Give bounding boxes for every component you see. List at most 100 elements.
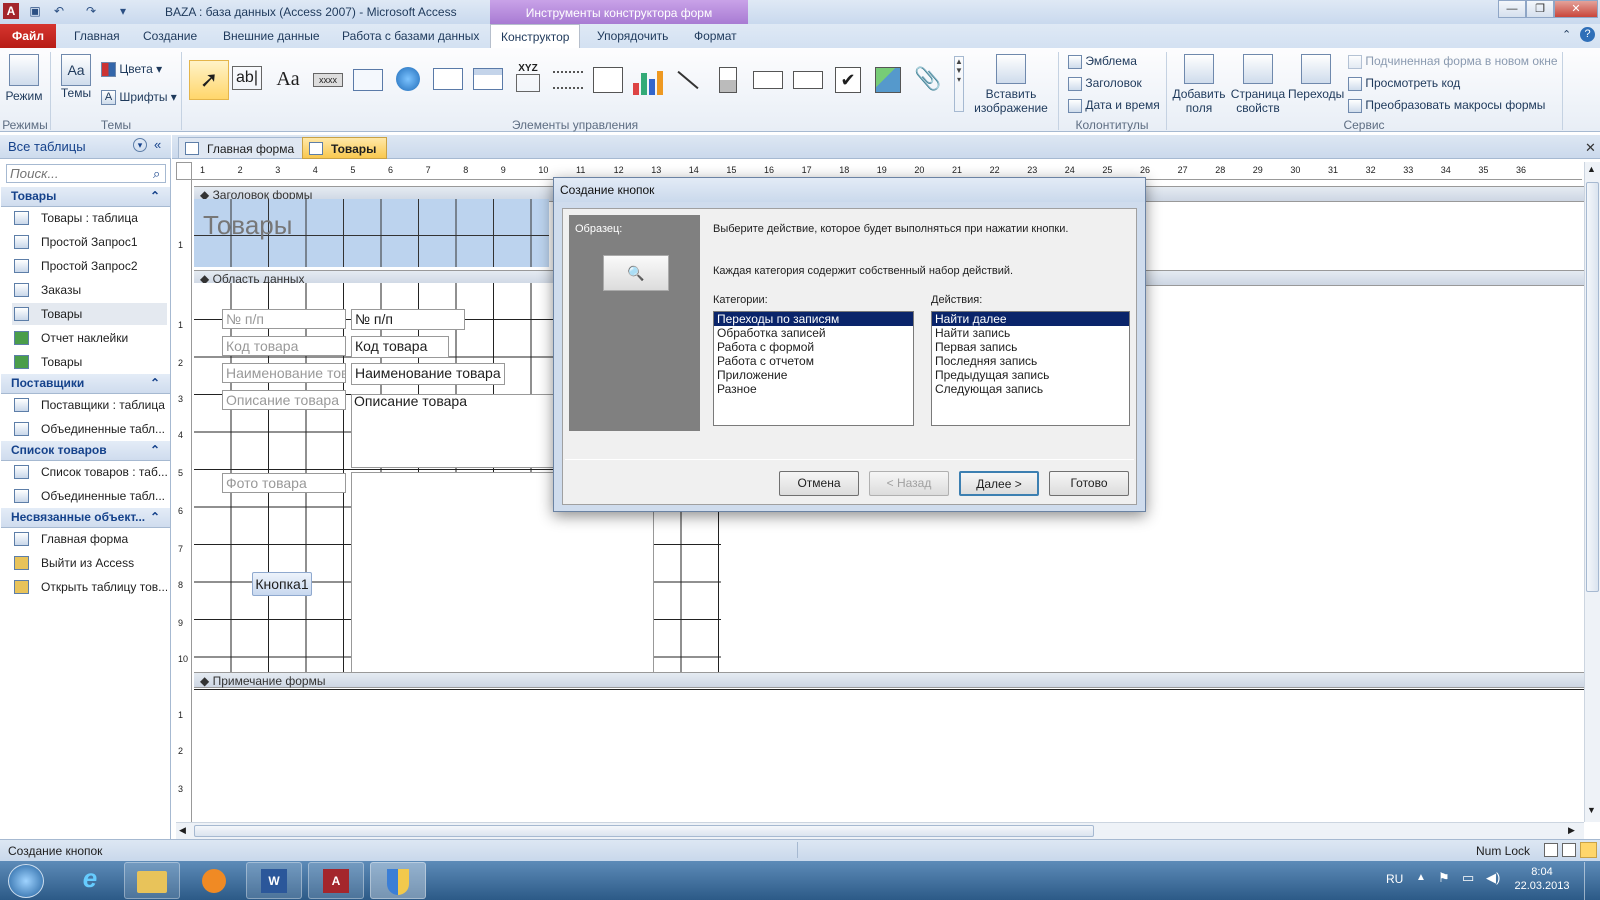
nav-group-unrelated[interactable]: Несвязанные объект... ⌃ (1, 508, 170, 528)
action-item[interactable]: Первая запись (932, 340, 1129, 354)
finish-button[interactable]: Готово (1049, 471, 1129, 496)
cancel-button[interactable]: Отмена (779, 471, 859, 496)
nav-item-query1[interactable]: Простой Запрос1 (12, 231, 167, 253)
nav-item-query2[interactable]: Простой Запрос2 (12, 255, 167, 277)
collapse-group-icon[interactable]: ⌃ (150, 376, 160, 390)
category-item[interactable]: Приложение (714, 368, 913, 382)
nav-search-input[interactable] (6, 164, 166, 183)
page-break-icon[interactable] (552, 62, 584, 96)
web-browser-control-icon[interactable] (432, 62, 464, 96)
restore-button[interactable]: ❐ (1526, 0, 1554, 18)
collapse-group-icon[interactable]: ⌃ (150, 189, 160, 203)
nav-item-merged-1[interactable]: Объединенные табл... (12, 418, 167, 440)
nav-header[interactable]: Все таблицы ▾ « (0, 135, 171, 159)
view-code-button[interactable]: Просмотреть код (1348, 76, 1460, 91)
scroll-left-icon[interactable]: ◀ (179, 825, 186, 836)
datetime-button[interactable]: Дата и время (1068, 98, 1160, 113)
label-control-icon[interactable]: Aa (272, 62, 304, 96)
nav-group-suppliers[interactable]: Поставщики ⌃ (1, 374, 170, 394)
doc-tab-main-form[interactable]: Главная форма (178, 137, 306, 159)
action-item[interactable]: Предыдущая запись (932, 368, 1129, 382)
ruler-corner[interactable] (176, 162, 192, 180)
rectangle-control-icon[interactable] (792, 62, 824, 96)
navigation-control-icon[interactable] (472, 62, 504, 96)
explorer-taskbar-icon[interactable] (124, 862, 180, 899)
field-number[interactable]: № п/п (351, 309, 465, 330)
nav-item-main-form[interactable]: Главная форма (12, 528, 167, 550)
save-icon[interactable]: ▣ (27, 3, 43, 19)
form-header-title[interactable]: Товары (203, 210, 292, 241)
nav-item-merged-2[interactable]: Объединенные табл... (12, 485, 167, 507)
property-sheet-button[interactable]: Страница свойств (1230, 54, 1286, 115)
title-button[interactable]: Заголовок (1068, 76, 1142, 91)
action-item[interactable]: Следующая запись (932, 382, 1129, 396)
label-number[interactable]: № п/п (222, 309, 346, 329)
nav-group-tovary[interactable]: Товары ⌃ (1, 187, 170, 207)
tab-database-tools[interactable]: Работа с базами данных (332, 24, 489, 48)
attachment-control-icon[interactable]: 📎 (912, 62, 944, 96)
checkbox-control-icon[interactable]: ✔ (832, 62, 864, 96)
logo-button[interactable]: Эмблема (1068, 54, 1137, 69)
horizontal-scrollbar[interactable]: ◀ ▶ (176, 822, 1584, 839)
unbound-object-icon[interactable] (872, 62, 904, 96)
word-taskbar-icon[interactable]: W (246, 862, 302, 899)
textbox-control-icon[interactable]: ab| (231, 62, 263, 96)
gallery-scroll-icon[interactable]: ▲ ▼ ▾ (954, 56, 964, 112)
language-indicator[interactable]: RU (1386, 872, 1403, 886)
tab-home[interactable]: Главная (64, 24, 130, 48)
nav-item-open-table[interactable]: Открыть таблицу тов... (12, 576, 167, 598)
access-logo-icon[interactable]: A (3, 3, 19, 19)
close-button[interactable]: ✕ (1554, 0, 1598, 18)
chart-control-icon[interactable] (632, 62, 664, 96)
mode-button[interactable]: Режим (4, 54, 44, 103)
list-box-icon[interactable] (752, 62, 784, 96)
tab-create[interactable]: Создание (133, 24, 207, 48)
fonts-button[interactable]: A Шрифты ▾ (101, 90, 177, 106)
label-description[interactable]: Описание товара (222, 390, 346, 410)
combo-box-icon[interactable] (592, 62, 624, 96)
actions-listbox[interactable]: Найти далее Найти запись Первая запись П… (931, 311, 1130, 426)
doc-tab-tovary[interactable]: Товары (302, 137, 388, 159)
convert-macros-button[interactable]: Преобразовать макросы формы (1348, 98, 1545, 113)
section-form-footer[interactable]: ◆ Примечание формы (194, 672, 1584, 688)
insert-image-button[interactable]: Вставить изображение (966, 54, 1056, 115)
minimize-button[interactable]: — (1498, 0, 1526, 18)
category-item[interactable]: Переходы по записям (714, 312, 913, 326)
option-group-icon[interactable]: XYZ (512, 62, 544, 96)
themes-button[interactable]: Aa Темы (56, 54, 96, 100)
ie-taskbar-icon[interactable]: e (62, 862, 118, 899)
nav-menu-icon[interactable]: ▾ (133, 138, 147, 152)
category-item[interactable]: Работа с формой (714, 340, 913, 354)
label-name[interactable]: Наименование това (222, 363, 346, 383)
collapse-nav-icon[interactable]: « (154, 137, 161, 152)
colors-button[interactable]: Цвета ▾ (101, 62, 162, 78)
start-button-icon[interactable] (8, 864, 44, 898)
nav-item-product-list-table[interactable]: Список товаров : таб... (12, 461, 167, 483)
label-photo[interactable]: Фото товара (222, 473, 346, 493)
line-control-icon[interactable] (672, 62, 704, 96)
security-taskbar-icon[interactable] (370, 862, 426, 899)
field-name[interactable]: Наименование товара (351, 363, 505, 385)
show-hidden-icons-icon[interactable]: ▲ (1416, 872, 1426, 883)
field-description[interactable]: Описание товара (354, 393, 467, 409)
tab-format[interactable]: Формат (684, 24, 747, 48)
toggle-button-icon[interactable] (712, 62, 744, 96)
button-control-icon[interactable]: xxxx (312, 62, 344, 96)
horizontal-scroll-thumb[interactable] (194, 825, 1094, 837)
tab-design[interactable]: Конструктор (490, 24, 581, 49)
nav-item-exit-access[interactable]: Выйти из Access (12, 552, 167, 574)
scroll-right-icon[interactable]: ▶ (1568, 825, 1575, 836)
customize-toolbar-icon[interactable]: ▾ (115, 3, 131, 19)
nav-item-report-tovary[interactable]: Товары (12, 351, 167, 373)
design-view-status-icon[interactable] (1580, 842, 1597, 858)
add-fields-button[interactable]: Добавить поля (1170, 54, 1228, 115)
next-button[interactable]: Далее > (959, 471, 1039, 496)
form-button-knopka1[interactable]: Кнопка1 (252, 572, 312, 596)
search-icon[interactable]: ⌕ (153, 166, 160, 182)
scroll-down-icon[interactable]: ▼ (1587, 805, 1596, 815)
action-center-flag-icon[interactable]: ⚑ (1438, 870, 1450, 886)
subform-new-window-button[interactable]: Подчиненная форма в новом окне (1348, 54, 1558, 69)
form-view-status-icon[interactable] (1544, 843, 1558, 857)
category-item[interactable]: Работа с отчетом (714, 354, 913, 368)
media-player-taskbar-icon[interactable] (186, 862, 242, 899)
